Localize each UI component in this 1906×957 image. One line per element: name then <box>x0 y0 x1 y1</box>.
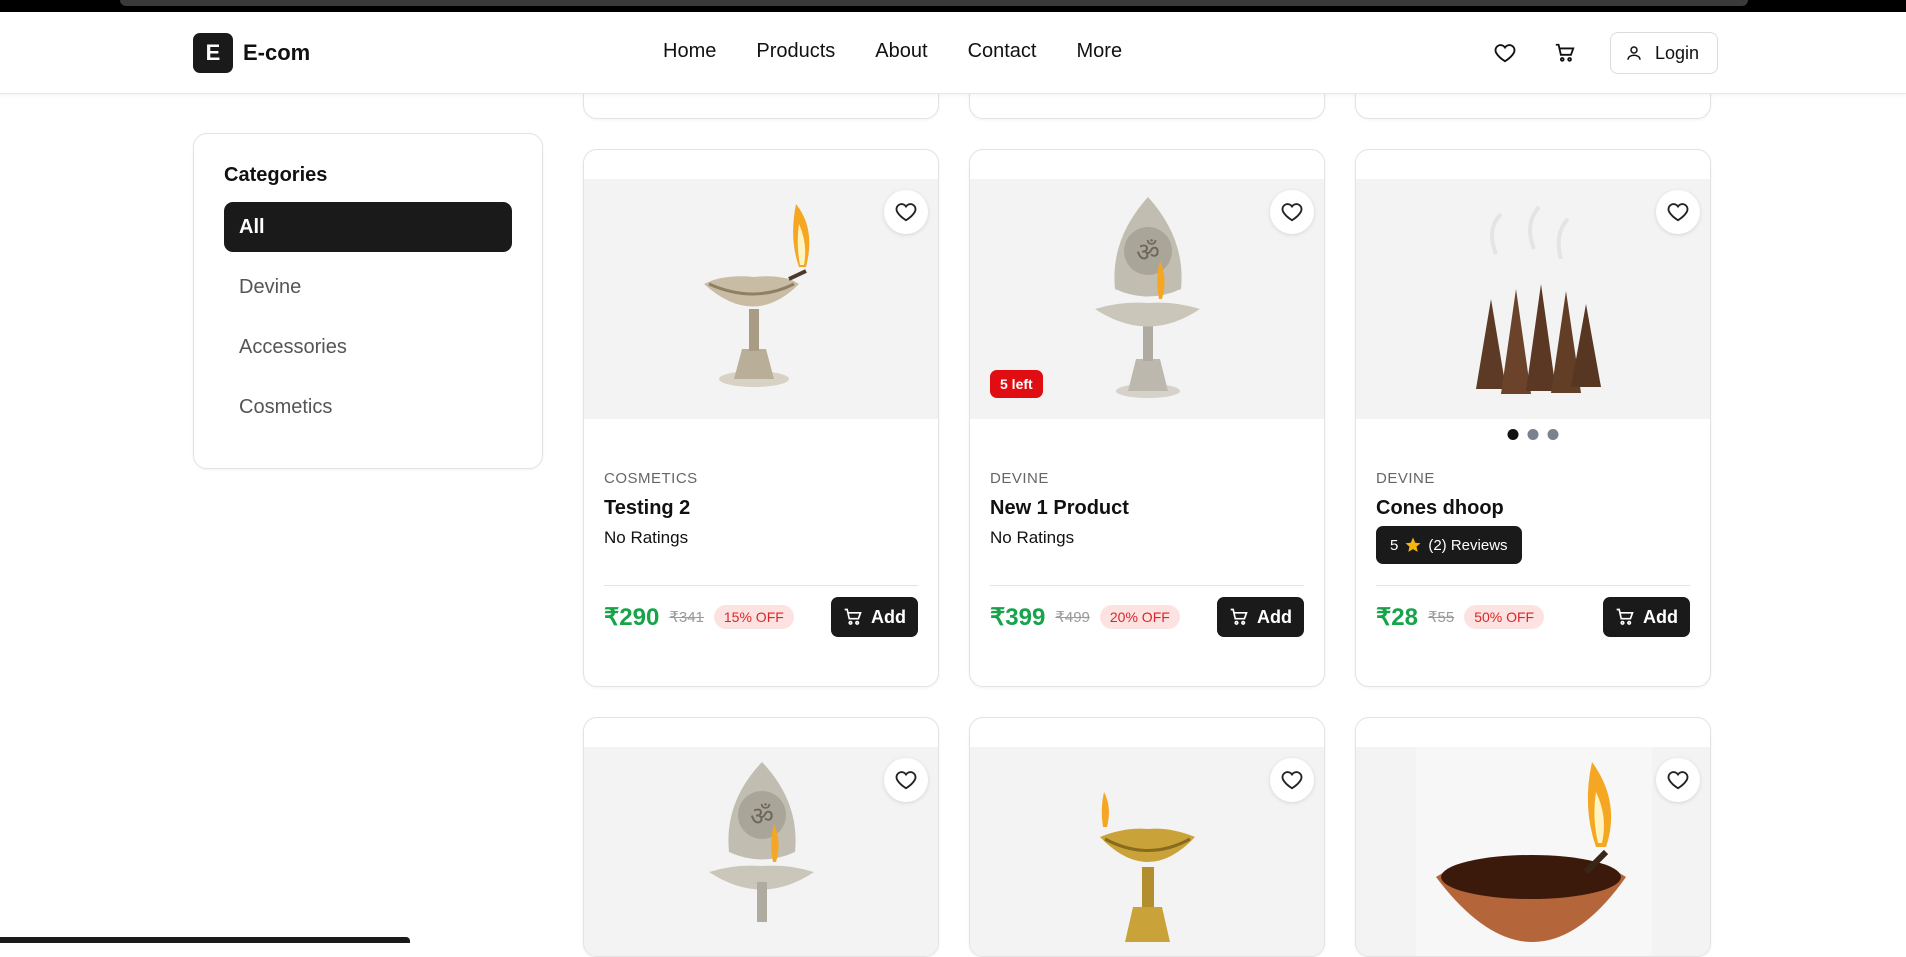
product-old-price: ₹341 <box>669 609 704 626</box>
price-row: ₹28 ₹55 50% OFF Add <box>1376 597 1690 637</box>
product-rating: No Ratings <box>604 528 689 547</box>
price-row: ₹399 ₹499 20% OFF Add <box>990 597 1304 637</box>
card-body: DEVINE New 1 Product No Ratings <box>990 470 1304 548</box>
rating-badge[interactable]: 5 (2) Reviews <box>1376 526 1522 564</box>
product-name[interactable]: Testing 2 <box>604 497 918 520</box>
wishlist-heart-icon[interactable] <box>1656 758 1700 802</box>
cart-icon <box>844 608 862 625</box>
svg-text:ॐ: ॐ <box>1136 238 1160 268</box>
product-price: ₹290 <box>604 603 660 631</box>
product-card[interactable]: ॐ 5 left DEVINE New 1 Product No Ratings… <box>969 149 1325 687</box>
product-category: DEVINE <box>990 470 1049 487</box>
divider <box>990 585 1304 586</box>
product-card[interactable] <box>1355 717 1711 957</box>
product-rating: No Ratings <box>990 528 1075 547</box>
product-name[interactable]: New 1 Product <box>990 497 1304 520</box>
logo-mark: E <box>193 33 233 73</box>
product-price: ₹399 <box>990 603 1046 631</box>
price-row: ₹290 ₹341 15% OFF Add <box>604 597 918 637</box>
category-all[interactable]: All <box>224 202 512 252</box>
wishlist-heart-icon[interactable] <box>1270 190 1314 234</box>
wishlist-heart-icon[interactable] <box>1270 758 1314 802</box>
logo-text: E-com <box>243 40 311 65</box>
svg-text:ॐ: ॐ <box>750 802 774 832</box>
product-category: DEVINE <box>1376 470 1435 487</box>
category-devine[interactable]: Devine <box>224 262 512 312</box>
add-label: Add <box>1257 606 1292 627</box>
logo[interactable]: E E-com <box>193 33 310 73</box>
add-label: Add <box>871 606 906 627</box>
browser-top-bar-inner <box>120 0 1748 6</box>
discount-badge: 15% OFF <box>713 605 794 629</box>
carousel-dot[interactable] <box>1507 429 1519 440</box>
cart-icon <box>1616 608 1634 625</box>
nav-contact[interactable]: Contact <box>968 40 1037 63</box>
nav-about[interactable]: About <box>875 40 927 63</box>
divider <box>604 585 918 586</box>
product-category: COSMETICS <box>604 470 698 487</box>
main-nav: Home Products About Contact More <box>663 40 1122 63</box>
header-actions: Login <box>1490 32 1719 74</box>
product-card[interactable]: COSMETICS Testing 2 No Ratings ₹290 ₹341… <box>583 149 939 687</box>
cart-icon <box>1230 608 1248 625</box>
category-accessories[interactable]: Accessories <box>224 322 512 372</box>
wishlist-heart-icon[interactable] <box>884 758 928 802</box>
star-icon <box>1405 537 1421 552</box>
product-price: ₹28 <box>1376 603 1418 631</box>
discount-badge: 50% OFF <box>1464 605 1545 629</box>
categories-title: Categories <box>224 164 328 186</box>
product-name[interactable]: Cones dhoop <box>1376 497 1690 520</box>
add-to-cart-button[interactable]: Add <box>831 597 918 637</box>
add-to-cart-button[interactable]: Add <box>1217 597 1304 637</box>
product-old-price: ₹55 <box>1427 609 1455 626</box>
product-card[interactable] <box>969 717 1325 957</box>
product-card[interactable]: ॐ <box>583 717 939 957</box>
product-card[interactable]: DEVINE Cones dhoop 5 (2) Reviews ₹28 ₹55… <box>1355 149 1711 687</box>
add-to-cart-button[interactable]: Add <box>1603 597 1690 637</box>
login-button[interactable]: Login <box>1610 32 1719 74</box>
rating-reviews: (2) Reviews <box>1428 536 1508 554</box>
carousel-dot[interactable] <box>1527 429 1539 440</box>
nav-home[interactable]: Home <box>663 40 716 63</box>
carousel-dots <box>1507 429 1559 440</box>
card-body: COSMETICS Testing 2 No Ratings <box>604 470 918 548</box>
cart-icon[interactable] <box>1550 38 1580 68</box>
category-cosmetics[interactable]: Cosmetics <box>224 382 512 432</box>
nav-products[interactable]: Products <box>756 40 835 63</box>
nav-more[interactable]: More <box>1077 40 1123 63</box>
stock-badge: 5 left <box>990 370 1043 398</box>
wishlist-heart-icon[interactable] <box>884 190 928 234</box>
wishlist-icon[interactable] <box>1490 38 1520 68</box>
add-label: Add <box>1643 606 1678 627</box>
categories-panel: Categories All Devine Accessories Cosmet… <box>193 133 543 469</box>
wishlist-heart-icon[interactable] <box>1656 190 1700 234</box>
carousel-dot[interactable] <box>1547 429 1559 440</box>
product-old-price: ₹499 <box>1055 609 1090 626</box>
user-icon <box>1627 46 1641 60</box>
divider <box>1376 585 1690 586</box>
login-label: Login <box>1655 42 1700 63</box>
browser-top-bar <box>0 0 1906 12</box>
discount-badge: 20% OFF <box>1099 605 1180 629</box>
card-body: DEVINE Cones dhoop 5 (2) Reviews <box>1376 470 1690 564</box>
site-header: E E-com Home Products About Contact More… <box>0 12 1906 94</box>
rating-score: 5 <box>1390 536 1399 554</box>
horizontal-scrollbar[interactable] <box>0 937 410 943</box>
